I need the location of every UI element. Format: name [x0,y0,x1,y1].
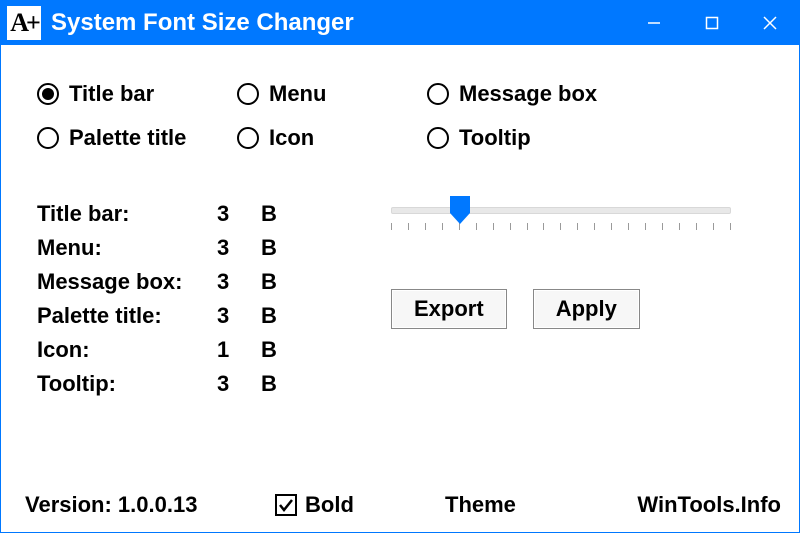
setting-bold: B [261,197,291,231]
app-window: A+ System Font Size Changer Title bar Me… [0,0,800,533]
radio-label: Icon [269,125,314,151]
setting-value: 3 [217,197,261,231]
radio-label: Menu [269,81,326,107]
apply-button[interactable]: Apply [533,289,640,329]
radio-tooltip[interactable]: Tooltip [427,125,647,151]
titlebar[interactable]: A+ System Font Size Changer [1,1,799,45]
radio-icon [237,127,259,149]
slider-track [391,207,731,214]
window-title: System Font Size Changer [51,9,625,37]
setting-bold: B [261,299,291,333]
setting-row: Tooltip: 3 B [37,367,291,401]
settings-list: Title bar: 3 B Menu: 3 B Message box: 3 … [37,197,291,401]
minimize-button[interactable] [625,1,683,45]
setting-row: Title bar: 3 B [37,197,291,231]
radio-icon-option[interactable]: Icon [237,125,427,151]
radio-icon [427,83,449,105]
radio-group: Title bar Menu Message box Palette title… [37,81,763,151]
radio-label: Palette title [69,125,186,151]
radio-label: Message box [459,81,597,107]
window-controls [625,1,799,45]
slider-thumb[interactable] [449,195,471,225]
setting-label: Icon: [37,333,217,367]
setting-value: 3 [217,265,261,299]
setting-label: Tooltip: [37,367,217,401]
setting-bold: B [261,231,291,265]
footer: Version: 1.0.0.13 Bold Theme WinTools.In… [25,492,781,518]
setting-bold: B [261,367,291,401]
version-label: Version: 1.0.0.13 [25,492,275,518]
radio-message-box[interactable]: Message box [427,81,647,107]
setting-label: Menu: [37,231,217,265]
bold-checkbox[interactable]: Bold [275,492,445,518]
setting-value: 3 [217,299,261,333]
slider-ticks [391,223,731,231]
checkbox-icon [275,494,297,516]
setting-value: 3 [217,231,261,265]
close-button[interactable] [741,1,799,45]
radio-label: Tooltip [459,125,531,151]
radio-icon [427,127,449,149]
radio-icon [37,127,59,149]
bold-label: Bold [305,492,354,518]
setting-value: 1 [217,333,261,367]
radio-icon [37,83,59,105]
radio-title-bar[interactable]: Title bar [37,81,237,107]
setting-bold: B [261,265,291,299]
theme-link[interactable]: Theme [445,492,605,518]
setting-label: Title bar: [37,197,217,231]
radio-label: Title bar [69,81,154,107]
setting-row: Message box: 3 B [37,265,291,299]
lower-section: Title bar: 3 B Menu: 3 B Message box: 3 … [37,197,763,401]
setting-value: 3 [217,367,261,401]
button-row: Export Apply [391,289,763,329]
export-button[interactable]: Export [391,289,507,329]
setting-label: Message box: [37,265,217,299]
wintools-link[interactable]: WinTools.Info [605,492,781,518]
right-column: Export Apply [391,197,763,401]
radio-palette-title[interactable]: Palette title [37,125,237,151]
content-area: Title bar Menu Message box Palette title… [1,45,799,532]
radio-icon [237,83,259,105]
app-icon: A+ [7,6,41,40]
size-slider[interactable] [391,201,731,241]
setting-row: Palette title: 3 B [37,299,291,333]
setting-row: Icon: 1 B [37,333,291,367]
setting-row: Menu: 3 B [37,231,291,265]
setting-label: Palette title: [37,299,217,333]
radio-menu[interactable]: Menu [237,81,427,107]
setting-bold: B [261,333,291,367]
maximize-button[interactable] [683,1,741,45]
